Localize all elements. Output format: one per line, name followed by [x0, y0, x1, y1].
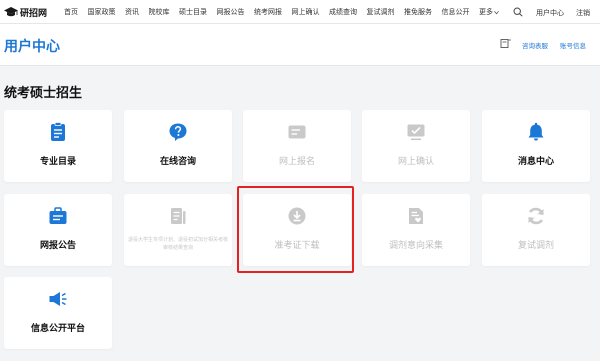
nav-item-home[interactable]: 首页	[64, 7, 78, 17]
card-label: 信息公开平台	[30, 324, 85, 334]
card-label: 消息中心	[517, 157, 554, 167]
chevron-down-icon	[494, 10, 499, 14]
card-major-catalog[interactable]: 专业目录	[4, 110, 112, 182]
card-label: 网上确认	[397, 157, 434, 167]
user-center-header: 用户中心 咨询表服 账号信息	[0, 24, 600, 66]
nav-item-catalog[interactable]: 硕士目录	[179, 7, 207, 17]
nav-item-recommend[interactable]: 推免服务	[404, 7, 432, 17]
account-info-link[interactable]: 账号信息	[560, 40, 586, 50]
graduation-cap-icon	[4, 7, 18, 17]
consult-link[interactable]: 咨询表服	[522, 40, 548, 50]
user-center-link[interactable]: 用户中心	[536, 8, 564, 18]
document-list-icon	[51, 122, 65, 141]
card-label: 在线咨询	[159, 157, 196, 167]
chat-question-icon	[169, 123, 187, 141]
card-message-center[interactable]: 消息中心	[482, 110, 590, 182]
document-heart-icon	[409, 208, 423, 224]
page-title: 用户中心	[4, 39, 60, 55]
top-nav: 研招网 首页 国家政策 资讯 院校库 硕士目录 网报公告 统考网报 网上确认 成…	[0, 0, 600, 24]
main-menu: 首页 国家政策 资讯 院校库 硕士目录 网报公告 统考网报 网上确认 成绩查询 …	[64, 0, 509, 24]
card-label: 专业目录	[39, 157, 76, 167]
more-label: 更多	[479, 8, 493, 16]
site-logo[interactable]: 研招网	[4, 4, 47, 20]
card-online-confirm[interactable]: 网上确认	[362, 110, 470, 182]
nav-item-scores[interactable]: 成绩查询	[329, 7, 357, 17]
nav-item-adjust[interactable]: 复试调剂	[367, 7, 395, 17]
card-online-consult[interactable]: 在线咨询	[124, 110, 232, 182]
refresh-icon	[528, 207, 544, 225]
check-screen-icon	[407, 124, 425, 141]
card-note: 退役大学生专项计划、退役初试加分相关考核审核结果查询	[128, 237, 229, 251]
search-icon[interactable]	[513, 7, 523, 17]
card-label: 复试调剂	[517, 241, 554, 251]
section-title: 统考硕士招生	[4, 86, 83, 101]
card-registration-notice[interactable]: 网报公告	[4, 194, 112, 266]
card-online-registration[interactable]: 网上报名	[243, 110, 351, 182]
nav-item-more[interactable]: 更多	[479, 7, 499, 17]
card-label: 网报公告	[39, 241, 76, 251]
card-retest-adjust[interactable]: 复试调剂	[482, 194, 590, 266]
id-card-icon	[288, 125, 306, 139]
card-label: 调剂意向采集	[388, 241, 443, 251]
nav-item-disclosure[interactable]: 信息公开	[442, 7, 470, 17]
highlight-box	[237, 186, 354, 273]
card-info-disclosure[interactable]: 信息公开平台	[4, 277, 112, 349]
logo-text: 研招网	[20, 8, 48, 19]
nav-item-registration[interactable]: 统考网报	[254, 7, 282, 17]
bell-icon	[528, 122, 544, 141]
speaker-icon	[49, 292, 67, 306]
document-icon	[171, 208, 186, 224]
nav-item-confirm[interactable]: 网上确认	[292, 7, 320, 17]
briefcase-notice-icon	[49, 207, 67, 224]
card-adjust-intent[interactable]: 调剂意向采集	[362, 194, 470, 266]
nav-item-policy[interactable]: 国家政策	[88, 7, 116, 17]
feedback-icon[interactable]	[500, 38, 512, 49]
nav-item-schools[interactable]: 院校库	[149, 7, 170, 17]
logout-link[interactable]: 注销	[576, 8, 590, 18]
nav-item-news[interactable]: 资讯	[125, 7, 139, 17]
card-label: 网上报名	[278, 157, 315, 167]
card-veteran-query[interactable]: 退役大学生专项计划、退役初试加分相关考核审核结果查询	[124, 194, 232, 266]
nav-item-notice[interactable]: 网报公告	[217, 7, 245, 17]
